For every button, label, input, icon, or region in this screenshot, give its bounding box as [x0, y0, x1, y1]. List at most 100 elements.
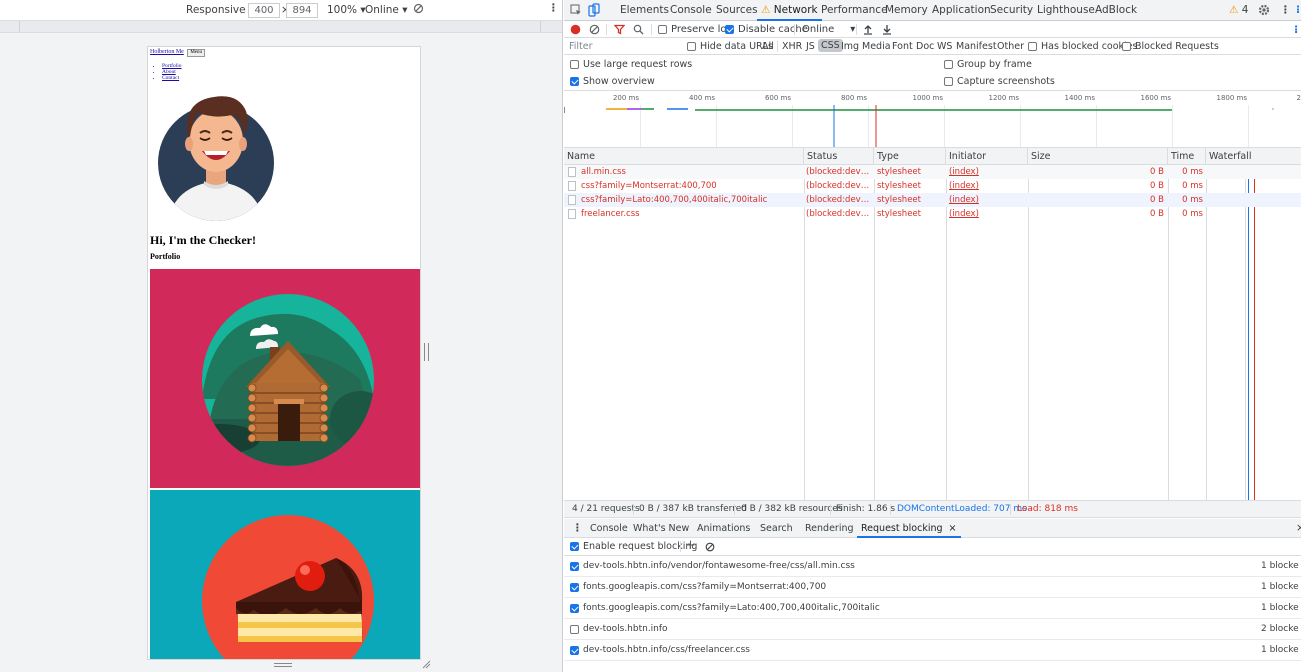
- close-icon[interactable]: ×: [949, 523, 957, 534]
- drawer-tab-search[interactable]: Search: [760, 519, 793, 538]
- type-filter-doc[interactable]: Doc: [916, 41, 934, 52]
- warnings-counter[interactable]: ⚠ 4: [1229, 0, 1248, 21]
- tab-network[interactable]: ⚠ Network: [757, 0, 822, 21]
- more-options-icon[interactable]: ⋮: [548, 2, 559, 14]
- large-rows-checkbox[interactable]: [570, 60, 579, 69]
- type-filter-media[interactable]: Media: [862, 41, 891, 52]
- drawer-tab-console[interactable]: Console: [590, 519, 628, 538]
- blocking-pattern-row[interactable]: dev-tools.hbtn.info 2 blocke: [564, 619, 1301, 640]
- capture-screenshots-checkbox[interactable]: [944, 77, 953, 86]
- device-toolbar-icon[interactable]: [588, 3, 600, 20]
- gear-icon[interactable]: [1258, 4, 1270, 19]
- search-icon[interactable]: [633, 24, 644, 38]
- request-initiator-link[interactable]: (index): [949, 207, 1025, 221]
- blocking-pattern-row[interactable]: fonts.googleapis.com/css?family=Montserr…: [564, 577, 1301, 598]
- dock-icon[interactable]: ⁝: [1296, 0, 1300, 21]
- pattern-checkbox[interactable]: [570, 604, 579, 613]
- filter-input[interactable]: Filter: [566, 39, 678, 53]
- filter-icon[interactable]: [613, 24, 626, 38]
- table-row[interactable]: css?family=Lato:400,700,400italic,700ita…: [564, 193, 1301, 207]
- request-initiator-link[interactable]: (index): [949, 179, 1025, 193]
- hide-data-urls-checkbox[interactable]: [687, 42, 696, 51]
- type-filter-other[interactable]: Other: [997, 41, 1024, 52]
- tab-sources[interactable]: Sources: [716, 0, 758, 21]
- portfolio-item-cabin[interactable]: [150, 269, 420, 488]
- preserve-log-checkbox[interactable]: [658, 25, 667, 34]
- pattern-checkbox[interactable]: [570, 562, 579, 571]
- tab-security[interactable]: Security: [990, 0, 1033, 21]
- pattern-checkbox[interactable]: [570, 625, 579, 634]
- request-initiator-link[interactable]: (index): [949, 165, 1025, 179]
- show-overview-checkbox[interactable]: [570, 77, 579, 86]
- resize-handle-right[interactable]: [424, 343, 429, 361]
- column-header-name[interactable]: Name: [564, 148, 804, 165]
- ruler-segment[interactable]: [20, 21, 541, 32]
- throttle-select[interactable]: Online ▾: [802, 24, 855, 35]
- timeline-overview[interactable]: 200 ms 400 ms 600 ms 800 ms 1000 ms 1200…: [564, 91, 1301, 148]
- more-options-icon[interactable]: ⋮: [1280, 0, 1291, 21]
- import-har-icon[interactable]: [863, 24, 873, 38]
- has-blocked-cookies-checkbox[interactable]: [1028, 42, 1037, 51]
- request-initiator-link[interactable]: (index): [949, 193, 1025, 207]
- blocking-pattern-row[interactable]: dev-tools.hbtn.info/css/freelancer.css 1…: [564, 640, 1301, 661]
- device-select[interactable]: Responsive ▾: [186, 4, 254, 16]
- drawer-tab-request-blocking[interactable]: Request blocking ×: [857, 519, 961, 538]
- rotate-icon[interactable]: [413, 3, 424, 17]
- tab-lighthouse[interactable]: Lighthouse: [1037, 0, 1095, 21]
- page-brand-link[interactable]: Holberton Me: [150, 49, 184, 55]
- tab-memory[interactable]: Memory: [885, 0, 928, 21]
- blocking-pattern-row[interactable]: fonts.googleapis.com/css?family=Lato:400…: [564, 598, 1301, 619]
- width-input[interactable]: 400: [248, 3, 280, 18]
- column-header-waterfall[interactable]: Waterfall: [1206, 148, 1301, 165]
- clear-patterns-icon[interactable]: [705, 542, 715, 555]
- height-input[interactable]: 894: [286, 3, 318, 18]
- type-filter-js[interactable]: JS: [806, 41, 815, 52]
- resize-handle-corner[interactable]: [421, 659, 431, 669]
- resize-handle-bottom[interactable]: [274, 663, 292, 667]
- add-pattern-icon[interactable]: +: [685, 538, 696, 553]
- network-settings-icon[interactable]: ⁝: [1294, 23, 1298, 36]
- group-by-frame-checkbox[interactable]: [944, 60, 953, 69]
- tab-console[interactable]: Console: [670, 0, 712, 21]
- drawer-tab-animations[interactable]: Animations: [697, 519, 750, 538]
- clear-icon[interactable]: [589, 24, 600, 38]
- tab-adblock[interactable]: AdBlock: [1095, 0, 1137, 21]
- close-drawer-icon[interactable]: ×: [1296, 519, 1301, 538]
- column-header-time[interactable]: Time: [1168, 148, 1206, 165]
- drawer-tab-rendering[interactable]: Rendering: [805, 519, 854, 538]
- type-filter-css[interactable]: CSS: [818, 39, 843, 52]
- type-filter-xhr[interactable]: XHR: [782, 41, 802, 52]
- type-filter-manifest[interactable]: Manifest: [956, 41, 997, 52]
- ruler-segment[interactable]: [0, 21, 20, 32]
- export-har-icon[interactable]: [882, 24, 892, 38]
- enable-request-blocking-checkbox[interactable]: [570, 542, 579, 551]
- tab-elements[interactable]: Elements: [620, 0, 669, 21]
- column-header-size[interactable]: Size: [1028, 148, 1168, 165]
- type-filter-font[interactable]: Font: [892, 41, 913, 52]
- table-row[interactable]: freelancer.css (blocked:devto… styleshee…: [564, 207, 1301, 221]
- page-menu-button[interactable]: Menu: [187, 49, 205, 57]
- record-icon[interactable]: [570, 24, 581, 38]
- table-row[interactable]: css?family=Montserrat:400,700 (blocked:d…: [564, 179, 1301, 193]
- page-link-contact[interactable]: Contact: [162, 75, 182, 81]
- network-throttle-select[interactable]: Online ▾: [365, 4, 407, 16]
- zoom-select[interactable]: 100% ▾: [327, 4, 366, 16]
- disable-cache-checkbox[interactable]: [725, 25, 734, 34]
- column-header-status[interactable]: Status: [804, 148, 874, 165]
- tab-application[interactable]: Application: [932, 0, 991, 21]
- blocked-requests-checkbox[interactable]: [1122, 42, 1131, 51]
- column-header-initiator[interactable]: Initiator: [946, 148, 1028, 165]
- portfolio-item-cake[interactable]: [150, 490, 420, 659]
- pattern-checkbox[interactable]: [570, 583, 579, 592]
- column-header-type[interactable]: Type: [874, 148, 946, 165]
- inspect-element-icon[interactable]: [570, 4, 582, 19]
- blocking-pattern-row[interactable]: dev-tools.hbtn.info/vendor/fontawesome-f…: [564, 556, 1301, 577]
- table-row[interactable]: all.min.css (blocked:devto… stylesheet (…: [564, 165, 1301, 179]
- drawer-menu-icon[interactable]: ⋮: [572, 519, 583, 538]
- pattern-checkbox[interactable]: [570, 646, 579, 655]
- type-filter-img[interactable]: Img: [841, 41, 859, 52]
- type-filter-ws[interactable]: WS: [937, 41, 952, 52]
- type-filter-all[interactable]: All: [762, 41, 774, 52]
- drawer-tab-whats-new[interactable]: What's New: [633, 519, 689, 538]
- tab-performance[interactable]: Performance: [821, 0, 888, 21]
